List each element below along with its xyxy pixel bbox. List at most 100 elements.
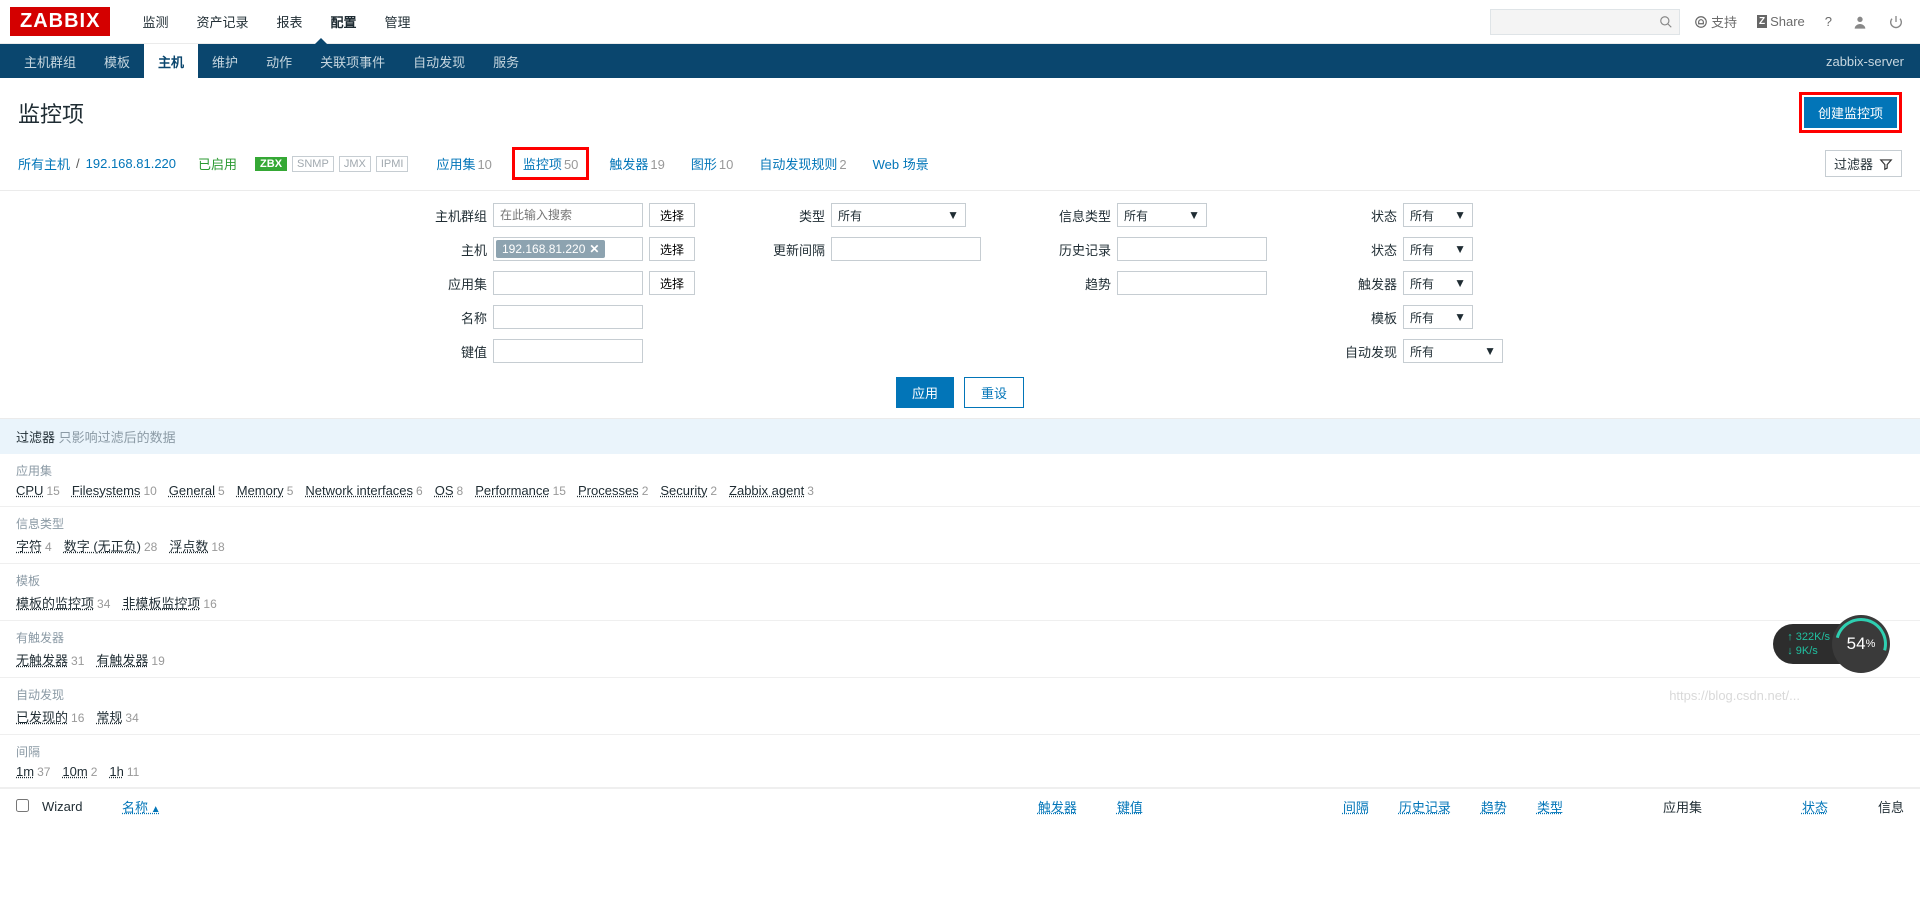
tab-graphs[interactable]: 图形 [691, 157, 717, 172]
page-heading: 监控项 创建监控项 [0, 78, 1920, 143]
reset-button[interactable]: 重设 [964, 377, 1024, 408]
input-history[interactable] [1117, 237, 1267, 261]
subfilter-link[interactable]: Performance [475, 483, 549, 498]
th-trigger[interactable]: 触发器 [1038, 797, 1077, 816]
select-state[interactable]: 所有▼ [1403, 237, 1473, 261]
user-icon[interactable] [1846, 14, 1874, 30]
subfilter-link[interactable]: Processes [578, 483, 639, 498]
subnav-hosts[interactable]: 主机 [144, 44, 198, 78]
select-infotype[interactable]: 所有▼ [1117, 203, 1207, 227]
subfilter-count: 34 [125, 711, 138, 725]
network-widget[interactable]: ↑ 322K/s ↓ 9K/s 54% [1773, 615, 1890, 673]
label-template: 模板 [1327, 308, 1397, 327]
search-icon[interactable] [1659, 15, 1673, 29]
label-hostgroup: 主机群组 [417, 206, 487, 225]
subnav-corr[interactable]: 关联项事件 [306, 44, 399, 78]
filter-toggle[interactable]: 过滤器 [1825, 150, 1902, 177]
nav-inventory[interactable]: 资产记录 [182, 0, 262, 44]
subnav-discovery[interactable]: 自动发现 [399, 44, 479, 78]
tab-discovery-count: 2 [839, 157, 846, 172]
subfilter-link[interactable]: Network interfaces [305, 483, 413, 498]
th-history[interactable]: 历史记录 [1399, 797, 1451, 816]
select-trigger[interactable]: 所有▼ [1403, 271, 1473, 295]
input-name[interactable] [493, 305, 643, 329]
subnav-actions[interactable]: 动作 [252, 44, 306, 78]
select-template[interactable]: 所有▼ [1403, 305, 1473, 329]
tab-web[interactable]: Web 场景 [873, 154, 929, 173]
tab-items[interactable]: 监控项 [523, 157, 562, 172]
subfilter-link[interactable]: Zabbix agent [729, 483, 804, 498]
subnav-hostgroups[interactable]: 主机群组 [10, 44, 90, 78]
subfilter-link[interactable]: 无触发器 [16, 653, 68, 668]
subfilter-link[interactable]: 已发现的 [16, 710, 68, 725]
nav-monitoring[interactable]: 监测 [128, 0, 182, 44]
th-name[interactable]: 名称 [122, 797, 161, 816]
subfilter-link[interactable]: Filesystems [72, 483, 141, 498]
tab-appset[interactable]: 应用集 [436, 157, 475, 172]
subfilter-block: 模板模板的监控项34非模板监控项16 [0, 564, 1920, 621]
search-input[interactable] [1497, 15, 1659, 29]
tab-items-count: 50 [564, 157, 578, 172]
select-appset-button[interactable]: 选择 [649, 271, 695, 295]
label-host: 主机 [417, 240, 487, 259]
select-all-checkbox[interactable] [16, 799, 29, 812]
subfilter-link[interactable]: Memory [237, 483, 284, 498]
page-title: 监控项 [18, 97, 84, 129]
subfilter-link[interactable]: 字符 [16, 539, 42, 554]
apply-button[interactable]: 应用 [896, 377, 954, 408]
tab-triggers[interactable]: 触发器 [609, 157, 648, 172]
subfilter-link[interactable]: CPU [16, 483, 43, 498]
nav-reports[interactable]: 报表 [262, 0, 316, 44]
subfilter-links: 字符4数字 (无正负)28浮点数18 [16, 536, 1904, 555]
input-appset[interactable] [493, 271, 643, 295]
subfilter-link[interactable]: OS [435, 483, 454, 498]
select-discovery[interactable]: 所有▼ [1403, 339, 1503, 363]
subfilter-link[interactable]: Security [660, 483, 707, 498]
crumb-host-ip[interactable]: 192.168.81.220 [86, 156, 176, 171]
crumb-all-hosts[interactable]: 所有主机 [18, 154, 70, 173]
th-key[interactable]: 键值 [1117, 797, 1143, 816]
help-icon[interactable]: ? [1819, 14, 1838, 29]
logo[interactable]: ZABBIX [10, 7, 110, 36]
th-trend[interactable]: 趋势 [1481, 797, 1507, 816]
th-interval[interactable]: 间隔 [1343, 797, 1369, 816]
subfilter-link[interactable]: 有触发器 [96, 653, 148, 668]
input-update[interactable] [831, 237, 981, 261]
power-icon[interactable] [1882, 14, 1910, 30]
download-speed: ↓ 9K/s [1787, 644, 1830, 658]
subfilter-link[interactable]: 非模板监控项 [122, 596, 200, 611]
subfilter-link[interactable]: 常规 [96, 710, 122, 725]
input-key[interactable] [493, 339, 643, 363]
share-link[interactable]: Z Share [1751, 14, 1811, 29]
th-info: 信息 [1878, 797, 1904, 816]
nav-admin[interactable]: 管理 [371, 0, 425, 44]
subfilter-link[interactable]: 10m [62, 764, 87, 779]
th-status[interactable]: 状态 [1802, 797, 1828, 816]
create-item-button[interactable]: 创建监控项 [1804, 97, 1897, 128]
input-hostgroup[interactable] [493, 203, 643, 227]
nav-config[interactable]: 配置 [317, 0, 371, 44]
subfilter-link[interactable]: 模板的监控项 [16, 596, 94, 611]
subnav-templates[interactable]: 模板 [90, 44, 144, 78]
input-trend[interactable] [1117, 271, 1267, 295]
subfilter-link[interactable]: 1h [109, 764, 123, 779]
tab-discovery[interactable]: 自动发现规则 [759, 157, 837, 172]
subfilter-block-title: 模板 [16, 572, 1904, 589]
subfilter-link[interactable]: 数字 (无正负) [64, 539, 141, 554]
subfilter-link[interactable]: 1m [16, 764, 34, 779]
support-link[interactable]: 支持 [1688, 12, 1743, 31]
select-host-button[interactable]: 选择 [649, 237, 695, 261]
subfilter-link[interactable]: General [169, 483, 215, 498]
select-type[interactable]: 所有▼ [831, 203, 966, 227]
host-chip-remove-icon[interactable]: ✕ [589, 242, 599, 256]
select-status[interactable]: 所有▼ [1403, 203, 1473, 227]
th-type[interactable]: 类型 [1537, 797, 1563, 816]
subnav-maintenance[interactable]: 维护 [198, 44, 252, 78]
percent-circle: 54% [1832, 615, 1890, 673]
create-item-highlight: 创建监控项 [1799, 92, 1902, 133]
subfilter-link[interactable]: 浮点数 [169, 539, 208, 554]
subnav-services[interactable]: 服务 [479, 44, 533, 78]
host-chip[interactable]: 192.168.81.220 ✕ [496, 240, 605, 258]
select-hostgroup-button[interactable]: 选择 [649, 203, 695, 227]
subfilter-container: 应用集CPU15Filesystems10General5Memory5Netw… [0, 454, 1920, 788]
